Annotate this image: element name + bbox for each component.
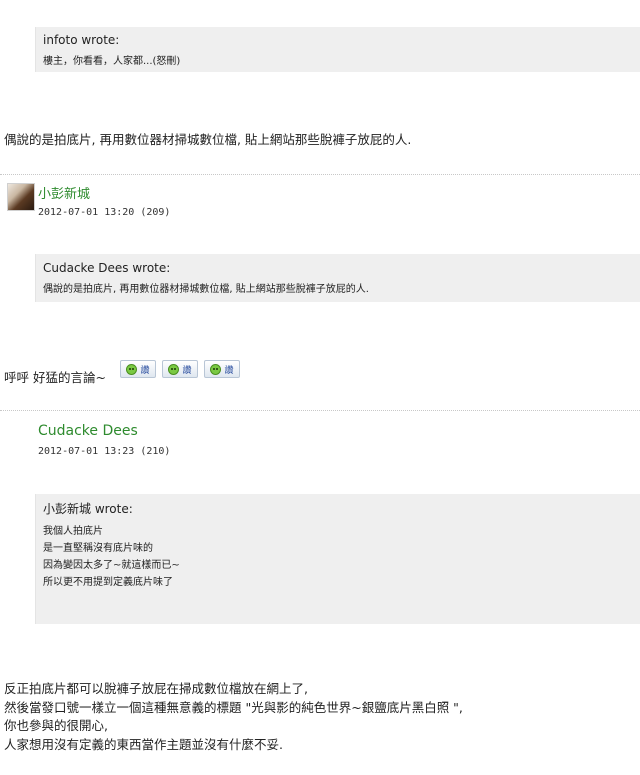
- quote-author: infoto wrote:: [43, 33, 120, 47]
- post-meta: 2012-07-01 13:20 (209): [38, 207, 171, 218]
- quote-author: 小彭新城 wrote:: [43, 502, 133, 516]
- post-body: 偶說的是拍底片, 再用數位器材掃城數位檔, 貼上網站那些脫褲子放屁的人.: [4, 132, 412, 147]
- quote-box: infoto wrote: 樓主，你看看，人家都...(怒刪): [35, 27, 640, 72]
- quote-line: 我個人拍底片: [43, 526, 103, 537]
- emoticon-button[interactable]: 讚: [204, 360, 240, 378]
- quote-line: 所以更不用提到定義底片味了: [43, 577, 173, 588]
- quote-author: Cudacke Dees wrote:: [43, 261, 171, 275]
- emoticon-button[interactable]: 讚: [162, 360, 198, 378]
- smiley-icon: [126, 363, 138, 375]
- post-divider: [0, 410, 640, 411]
- post-body-line: 然後當發口號一樣立一個這種無意義的標題 "光與影的純色世界~銀鹽底片黑白照 ",: [4, 699, 463, 715]
- smiley-icon: [210, 363, 222, 375]
- quote-line: 樓主，你看看，人家都...(怒刪): [43, 56, 181, 67]
- emoticon-label: 讚: [224, 365, 234, 376]
- post-body-line: 反正拍底片都可以脫褲子放屁在掃成數位檔放在網上了,: [4, 681, 308, 696]
- post-body: 反正拍底片都可以脫褲子放屁在掃成數位檔放在網上了, 然後當發口號一樣立一個這種無…: [4, 680, 463, 754]
- emoticon-label: 讚: [140, 365, 150, 376]
- quote-line: 因為變因太多了~就這樣而已~: [43, 560, 180, 571]
- quote-line: 是一直堅稱沒有底片味的: [43, 543, 153, 554]
- post-body-line: 人家想用沒有定義的東西當作主題並沒有什麼不妥.: [4, 736, 283, 752]
- quote-box: 小彭新城 wrote: 我個人拍底片 是一直堅稱沒有底片味的 因為變因太多了~就…: [35, 494, 640, 624]
- post-body-line: 你也參與的很開心,: [4, 718, 108, 733]
- post-meta: 2012-07-01 13:23 (210): [38, 446, 171, 457]
- quote-line: 偶說的是拍底片, 再用數位器材掃城數位檔, 貼上網站那些脫褲子放屁的人.: [43, 284, 369, 295]
- avatar[interactable]: [7, 183, 35, 211]
- username-link[interactable]: Cudacke Dees: [38, 423, 138, 439]
- emoticon-button[interactable]: 讚: [120, 360, 156, 378]
- emoticon-label: 讚: [182, 365, 192, 376]
- smiley-icon: [168, 363, 180, 375]
- username-link[interactable]: 小彭新城: [38, 183, 90, 202]
- post-body: 呼呼 好猛的言論~: [4, 370, 106, 385]
- post-divider: [0, 174, 640, 175]
- quote-box: Cudacke Dees wrote: 偶說的是拍底片, 再用數位器材掃城數位檔…: [35, 254, 640, 302]
